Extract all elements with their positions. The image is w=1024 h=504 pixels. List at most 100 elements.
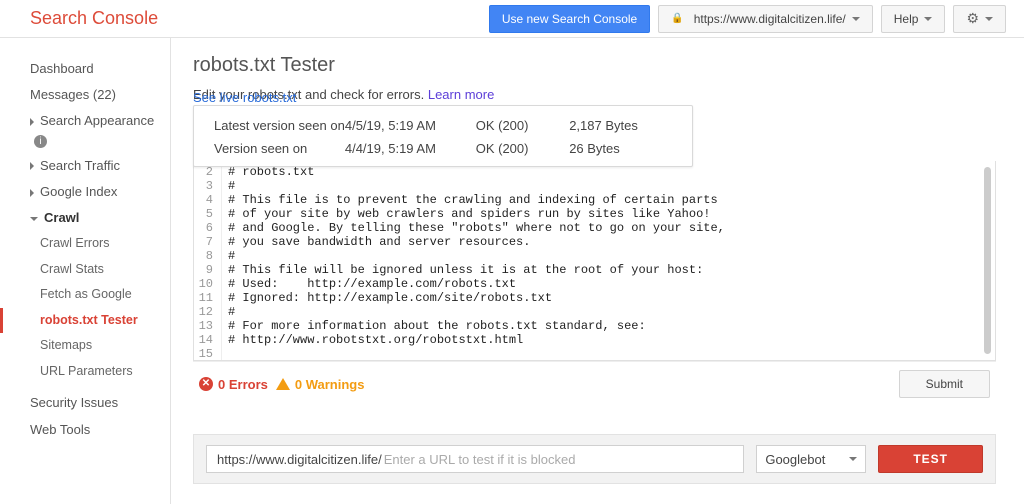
sidebar-item-messages[interactable]: Messages (22): [0, 82, 170, 108]
code-line[interactable]: 6# and Google. By telling these "robots"…: [194, 221, 995, 235]
version-timestamp: 4/4/19, 5:19 AM: [345, 141, 476, 156]
sidebar-item-crawl[interactable]: Crawl: [0, 205, 170, 231]
main-content: robots.txt Tester Edit your robots.txt a…: [170, 38, 1024, 504]
sidebar-item-security-issues[interactable]: Security Issues: [0, 390, 170, 416]
code-line[interactable]: 13# For more information about the robot…: [194, 319, 995, 333]
info-icon: i: [34, 135, 47, 148]
sidebar-item-fetch-as-google[interactable]: Fetch as Google: [0, 282, 170, 308]
line-text: # http://www.robotstxt.org/robotstxt.htm…: [222, 333, 523, 347]
version-size: 2,187 Bytes: [569, 118, 672, 133]
settings-dropdown[interactable]: ⚙: [953, 5, 1006, 33]
site-dropdown-label: https://www.digitalcitizen.life/: [694, 12, 846, 26]
lock-icon: 🔒: [671, 13, 683, 24]
caret-right-icon: [30, 189, 34, 197]
line-number: 5: [194, 207, 222, 221]
line-text: # and Google. By telling these "robots" …: [222, 221, 725, 235]
line-text: #: [222, 249, 235, 263]
line-text: # This file will be ignored unless it is…: [222, 263, 703, 277]
code-line[interactable]: 5# of your site by web crawlers and spid…: [194, 207, 995, 221]
line-number: 15: [194, 347, 222, 361]
validation-status: ✕ 0 Errors 0 Warnings Submit: [193, 361, 996, 412]
sidebar-item-crawl-errors[interactable]: Crawl Errors: [0, 231, 170, 257]
code-line[interactable]: 4# This file is to prevent the crawling …: [194, 193, 995, 207]
line-text: [222, 347, 228, 361]
chevron-down-icon: [924, 17, 932, 21]
code-line[interactable]: 9# This file will be ignored unless it i…: [194, 263, 995, 277]
version-timestamp: 4/5/19, 5:19 AM: [345, 118, 476, 133]
scrollbar-thumb[interactable]: [984, 167, 991, 354]
line-text: # Ignored: http://example.com/site/robot…: [222, 291, 552, 305]
code-line[interactable]: 7# you save bandwidth and server resourc…: [194, 235, 995, 249]
url-field[interactable]: https://www.digitalcitizen.life/: [206, 445, 744, 473]
test-bar: https://www.digitalcitizen.life/ Googleb…: [193, 434, 996, 484]
line-text: # of your site by web crawlers and spide…: [222, 207, 710, 221]
line-number: 3: [194, 179, 222, 193]
sidebar-item-sitemaps[interactable]: Sitemaps: [0, 333, 170, 359]
version-status: OK (200): [476, 141, 569, 156]
line-number: 2: [194, 165, 222, 179]
see-live-robots-link[interactable]: See live robots.txt: [193, 90, 996, 105]
code-line[interactable]: 10# Used: http://example.com/robots.txt: [194, 277, 995, 291]
sidebar-item-google-index[interactable]: Google Index: [0, 179, 170, 205]
code-line[interactable]: 15: [194, 347, 995, 361]
line-text: # For more information about the robots.…: [222, 319, 646, 333]
sidebar-item-crawl-stats[interactable]: Crawl Stats: [0, 257, 170, 283]
line-text: # Used: http://example.com/robots.txt: [222, 277, 516, 291]
line-number: 8: [194, 249, 222, 263]
brand-title: Search Console: [30, 8, 158, 29]
version-size: 26 Bytes: [569, 141, 672, 156]
site-dropdown[interactable]: 🔒 https://www.digitalcitizen.life/: [658, 5, 873, 33]
warning-icon: [276, 378, 290, 390]
version-history-card: Latest version seen on 4/5/19, 5:19 AM O…: [193, 105, 693, 167]
sidebar-item-search-appearance[interactable]: Search Appearance i: [0, 108, 170, 152]
chevron-down-icon: [849, 457, 857, 461]
line-number: 9: [194, 263, 222, 277]
line-text: # robots.txt: [222, 165, 314, 179]
line-text: # This file is to prevent the crawling a…: [222, 193, 718, 207]
code-line[interactable]: 2# robots.txt: [194, 165, 995, 179]
version-status: OK (200): [476, 118, 569, 133]
page-title: robots.txt Tester: [193, 54, 996, 77]
submit-button[interactable]: Submit: [899, 370, 990, 398]
code-line[interactable]: 12#: [194, 305, 995, 319]
sidebar-item-search-traffic[interactable]: Search Traffic: [0, 153, 170, 179]
code-line[interactable]: 8#: [194, 249, 995, 263]
bot-select-label: Googlebot: [765, 452, 825, 467]
line-number: 6: [194, 221, 222, 235]
use-new-console-button[interactable]: Use new Search Console: [489, 5, 650, 33]
code-line[interactable]: 14# http://www.robotstxt.org/robotstxt.h…: [194, 333, 995, 347]
gear-icon: ⚙: [966, 10, 979, 27]
chevron-down-icon: [985, 17, 993, 21]
help-label: Help: [894, 12, 919, 26]
sidebar-item-web-tools[interactable]: Web Tools: [0, 417, 170, 443]
code-line[interactable]: 11# Ignored: http://example.com/site/rob…: [194, 291, 995, 305]
version-row: Version seen on 4/4/19, 5:19 AM OK (200)…: [214, 137, 672, 160]
line-text: #: [222, 179, 235, 193]
chevron-down-icon: [852, 17, 860, 21]
url-input[interactable]: [384, 446, 744, 472]
line-number: 12: [194, 305, 222, 319]
help-dropdown[interactable]: Help: [881, 5, 946, 33]
line-text: # you save bandwidth and server resource…: [222, 235, 530, 249]
caret-right-icon: [30, 162, 34, 170]
caret-right-icon: [30, 118, 34, 126]
caret-down-icon: [30, 217, 38, 221]
line-number: 14: [194, 333, 222, 347]
use-new-console-label: Use new Search Console: [502, 12, 637, 26]
sidebar-item-robots-tester[interactable]: robots.txt Tester: [0, 308, 170, 334]
line-number: 10: [194, 277, 222, 291]
error-icon: ✕: [199, 377, 213, 391]
sidebar-item-dashboard[interactable]: Dashboard: [0, 56, 170, 82]
robots-editor[interactable]: 2# robots.txt3#4# This file is to preven…: [193, 161, 996, 361]
line-text: #: [222, 305, 235, 319]
test-button[interactable]: TEST: [878, 445, 983, 473]
version-row: Latest version seen on 4/5/19, 5:19 AM O…: [214, 114, 672, 137]
code-line[interactable]: 3#: [194, 179, 995, 193]
url-prefix: https://www.digitalcitizen.life/: [207, 452, 384, 467]
sidebar: Dashboard Messages (22) Search Appearanc…: [0, 38, 170, 504]
warnings-badge: 0 Warnings: [276, 377, 365, 392]
errors-badge: ✕ 0 Errors: [199, 377, 268, 392]
sidebar-item-url-parameters[interactable]: URL Parameters: [0, 359, 170, 385]
bot-select[interactable]: Googlebot: [756, 445, 866, 473]
version-label: Latest version seen on: [214, 118, 345, 133]
